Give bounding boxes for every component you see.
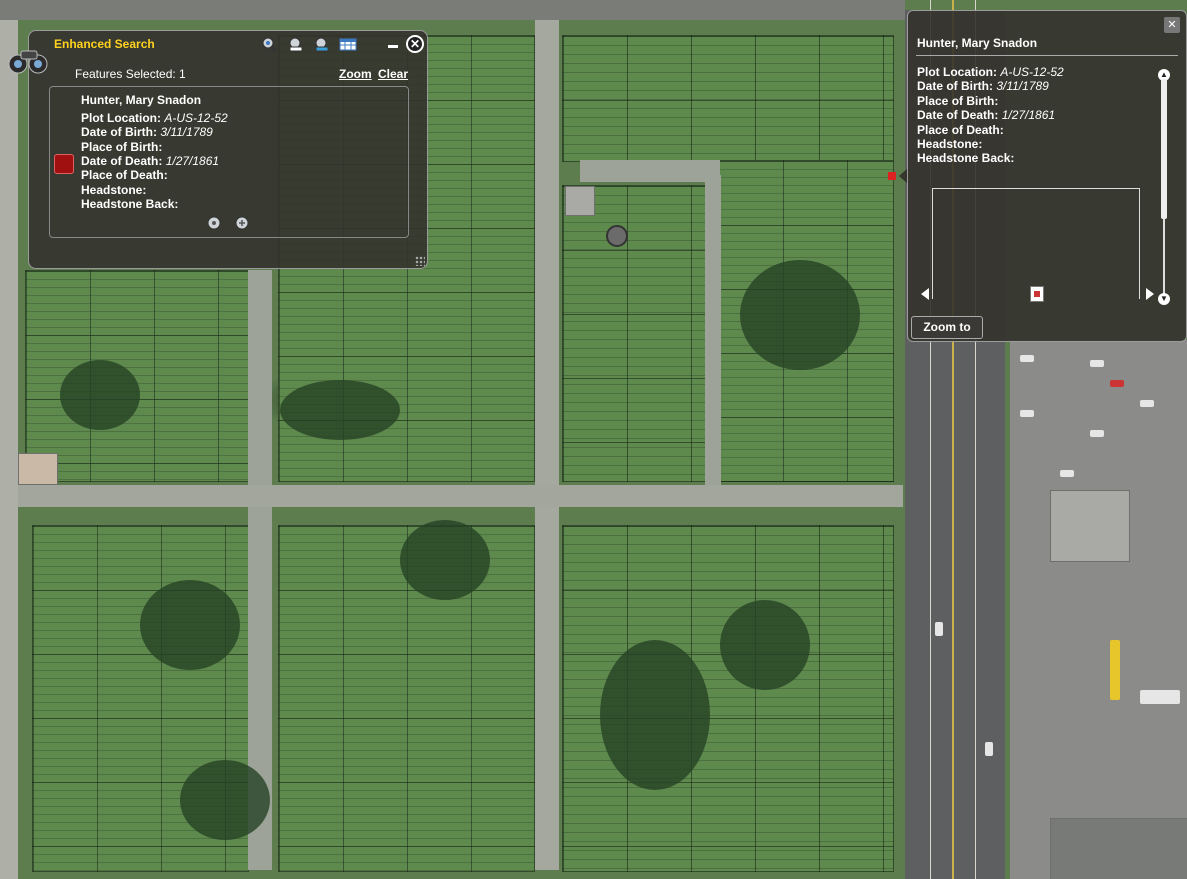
image-thumbnail-icon[interactable] <box>1030 286 1044 302</box>
left-sidewalk <box>0 0 18 879</box>
tree-canopy <box>60 360 140 430</box>
search-by-name-icon[interactable] <box>261 35 279 53</box>
small-building <box>18 453 58 485</box>
mausoleum <box>565 186 595 216</box>
popup-headstone: Headstone: <box>917 137 983 151</box>
zoom-link[interactable]: Zoom <box>339 67 372 81</box>
resize-grip[interactable] <box>415 256 425 266</box>
popup-scrollbar[interactable]: ▲ ▼ <box>1158 69 1170 309</box>
cemetery-path <box>705 175 721 485</box>
scroll-thumb[interactable] <box>1161 79 1167 219</box>
parked-car <box>1090 360 1104 367</box>
parked-car <box>985 742 993 756</box>
popup-place-of-birth: Place of Birth: <box>917 94 999 108</box>
cemetery-path <box>580 160 720 182</box>
close-icon[interactable]: ✕ <box>406 35 424 53</box>
next-arrow-icon[interactable] <box>1146 288 1154 300</box>
parked-car <box>1020 355 1034 362</box>
zoom-to-button[interactable]: Zoom to <box>911 316 983 339</box>
parked-car <box>1020 410 1034 417</box>
result-place-of-birth: Place of Birth: <box>81 140 163 154</box>
commercial-building <box>1050 818 1187 879</box>
parked-car <box>1090 430 1104 437</box>
results-table-icon[interactable] <box>339 35 357 55</box>
tree-canopy <box>400 520 490 600</box>
result-color-swatch[interactable] <box>54 154 74 174</box>
previous-arrow-icon[interactable] <box>921 288 929 300</box>
parked-car <box>1060 470 1074 477</box>
parked-car <box>1140 400 1154 407</box>
result-date-of-death: Date of Death: 1/27/1861 <box>81 154 220 168</box>
parking-lot <box>1010 340 1187 879</box>
result-name: Hunter, Mary Snadon <box>81 93 202 107</box>
feature-info-popup: ✕ Hunter, Mary Snadon Plot Location: A-U… <box>907 10 1187 342</box>
popup-title: Hunter, Mary Snadon <box>917 36 1038 50</box>
popup-plot-location: Plot Location: A-US-12-52 <box>917 65 1064 79</box>
media-frame <box>932 188 1140 299</box>
popup-headstone-back: Headstone Back: <box>917 151 1015 165</box>
tree-canopy <box>280 380 400 440</box>
clear-link[interactable]: Clear <box>378 67 408 81</box>
parked-car <box>1140 690 1180 704</box>
result-headstone-back: Headstone Back: <box>81 197 179 211</box>
parked-car <box>1110 640 1120 700</box>
cemetery-path <box>535 20 559 870</box>
parked-car <box>935 622 943 636</box>
result-date-of-birth: Date of Birth: 3/11/1789 <box>81 125 213 139</box>
features-selected-count: Features Selected: 1 <box>75 67 186 81</box>
search-by-plot-icon[interactable] <box>287 35 305 53</box>
result-place-of-death: Place of Death: <box>81 168 168 182</box>
cemetery-path <box>18 485 903 507</box>
minimize-button[interactable] <box>388 45 398 48</box>
binoculars-icon <box>7 45 51 75</box>
enhanced-search-panel: Enhanced Search ✕ Features Selected: 1 Z… <box>28 30 428 269</box>
tree-canopy <box>140 580 240 670</box>
top-road <box>0 0 905 20</box>
tree-canopy <box>600 640 710 790</box>
popup-date-of-birth: Date of Birth: 3/11/1789 <box>917 79 1049 93</box>
main-street <box>905 340 1005 879</box>
popup-place-of-death: Place of Death: <box>917 123 1004 137</box>
zoom-to-result-icon[interactable] <box>206 215 224 233</box>
monument-circle <box>606 225 628 247</box>
popup-date-of-death: Date of Death: 1/27/1861 <box>917 108 1056 122</box>
parked-car <box>1110 380 1124 387</box>
search-by-date-icon[interactable] <box>313 35 331 53</box>
result-plot-location: Plot Location: A-US-12-52 <box>81 111 228 125</box>
panel-title: Enhanced Search <box>54 37 155 51</box>
tree-canopy <box>720 600 810 690</box>
popup-divider <box>916 55 1178 56</box>
selected-plot-marker[interactable] <box>888 172 896 180</box>
cemetery-section <box>562 185 714 482</box>
search-result-item[interactable]: Hunter, Mary Snadon Plot Location: A-US-… <box>49 86 409 238</box>
pan-to-result-icon[interactable] <box>234 215 252 233</box>
cemetery-section <box>562 35 894 162</box>
commercial-building <box>1050 490 1130 562</box>
result-headstone: Headstone: <box>81 183 147 197</box>
scroll-down-icon[interactable]: ▼ <box>1158 293 1170 305</box>
cemetery-section <box>25 270 249 482</box>
close-icon[interactable]: ✕ <box>1164 17 1180 33</box>
tree-canopy <box>740 260 860 370</box>
tree-canopy <box>180 760 270 840</box>
